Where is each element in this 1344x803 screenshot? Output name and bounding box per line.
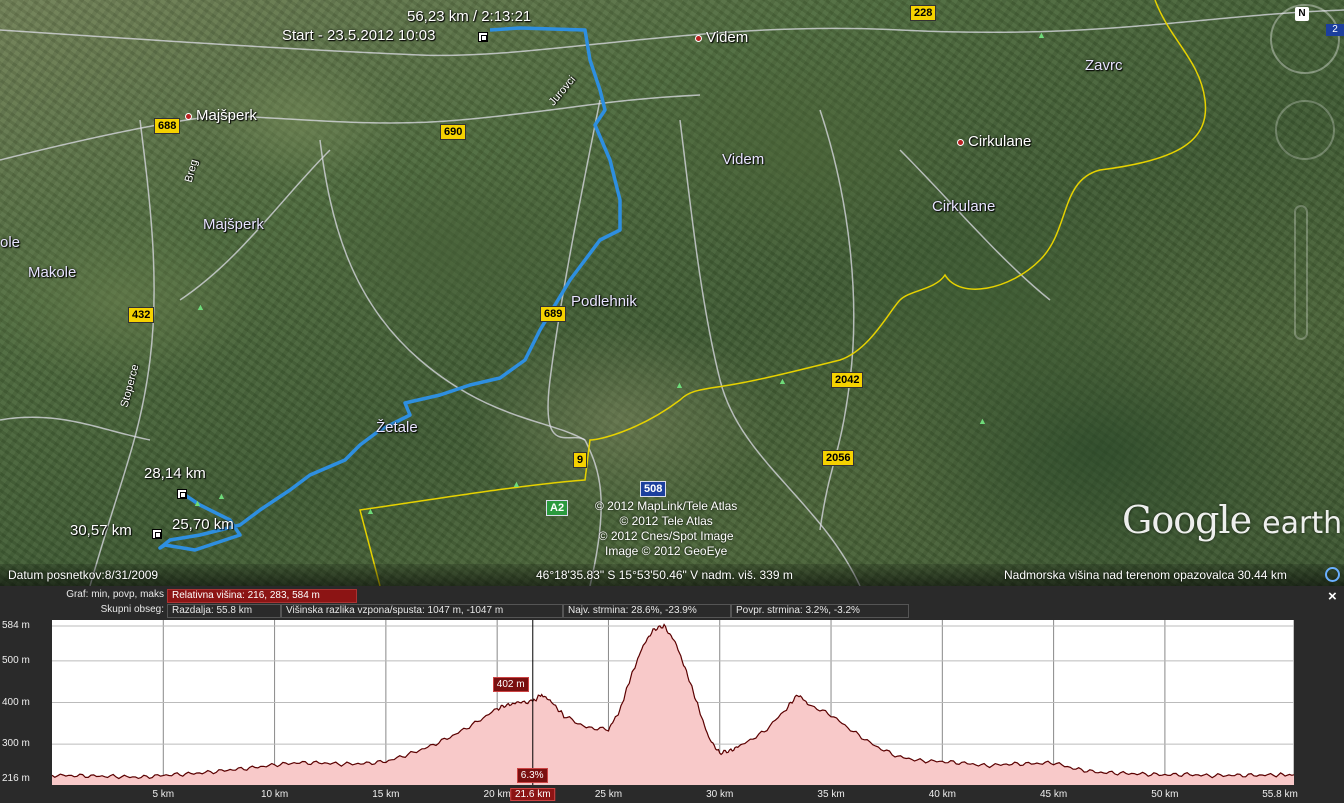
town-dot-icon (185, 112, 192, 120)
peak-icon: ▲ (512, 479, 521, 489)
road-shield-a2: A2 (546, 500, 569, 516)
eye-altitude: Nadmorska višina nad terenom opazovalca … (1004, 568, 1287, 582)
road-shield-2056: 2056 (822, 450, 855, 466)
peak-icon: ▲ (193, 498, 202, 508)
peak-icon: ▲ (978, 416, 987, 426)
start-marker-icon[interactable] (478, 32, 488, 42)
peak-icon: ▲ (778, 376, 787, 386)
track-summary-label[interactable]: 56,23 km / 2:13:21 (407, 8, 531, 25)
x-tick-label: 35 km (817, 789, 845, 800)
close-profile-button[interactable]: × (1328, 588, 1337, 605)
waypoint-marker-icon[interactable] (177, 489, 187, 499)
place-cirkulane-town[interactable]: Cirkulane (957, 133, 1031, 150)
place-majsperk-town[interactable]: Majšperk (185, 107, 257, 124)
y-tick-label: 500 m (2, 654, 30, 666)
info-avg-slope: Povpr. strmina: 3.2%, -3.2% (731, 604, 909, 618)
info-row-graph: Graf: min, povp, maks Relativna višina: … (0, 589, 600, 603)
road-shield-9: 9 (573, 452, 588, 468)
road-shield-688: 688 (154, 118, 181, 134)
look-joystick[interactable] (1275, 100, 1335, 160)
peak-icon: ▲ (366, 506, 375, 516)
road-shield-2042: 2042 (831, 372, 864, 388)
corner-badge: 2 (1326, 24, 1344, 36)
peak-icon: ▲ (217, 491, 226, 501)
north-indicator-icon[interactable]: N (1295, 7, 1309, 21)
road-shield-432: 432 (128, 307, 155, 323)
cursor-elevation-flag: 402 m (492, 677, 529, 692)
x-tick-label: 25 km (594, 789, 623, 800)
region-label-ole: ole (0, 234, 21, 251)
cursor-slope-flag: 6.3% (516, 768, 548, 783)
peak-icon: ▲ (675, 380, 684, 390)
streaming-status-icon (1325, 567, 1340, 582)
road-shield-689: 689 (540, 306, 567, 322)
y-tick-label: 400 m (2, 696, 30, 708)
status-bar: Datum posnetkov:8/31/2009 46°18'35.83" S… (0, 564, 1344, 586)
x-tick-label: 40 km (928, 789, 956, 800)
y-tick-label: 300 m (2, 738, 30, 750)
region-label-majsperk: Majšperk (203, 216, 264, 233)
track-start-label[interactable]: Start - 23.5.2012 10:03 (282, 27, 435, 44)
region-label-makole: Makole (28, 264, 77, 281)
road-shield-228: 228 (910, 5, 937, 21)
track-marker-label-28[interactable]: 28,14 km (144, 465, 206, 482)
peak-icon: ▲ (196, 302, 205, 312)
y-tick-label: 584 m (2, 620, 30, 631)
x-tick-label: 50 km (1151, 789, 1179, 800)
x-tick-label: 55.8 km (1262, 789, 1298, 800)
info-row-totals: Skupni obseg: Razdalja: 55.8 km Višinska… (0, 604, 920, 618)
x-tick-label: 45 km (1039, 789, 1068, 800)
region-label-videm: Videm (722, 151, 765, 168)
track-marker-label-25[interactable]: 25,70 km (172, 516, 234, 533)
info-gain-loss: Višinska razlika vzpona/spusta: 1047 m, … (281, 604, 563, 618)
google-earth-logo: Google earth (1122, 498, 1343, 542)
place-videm-town[interactable]: Videm (695, 29, 748, 46)
x-tick-label: 20 km (483, 789, 511, 800)
info-key-totals: Skupni obseg: (100, 604, 164, 615)
x-tick-label: 5 km (152, 789, 175, 800)
elevation-chart[interactable] (51, 620, 1295, 785)
x-tick-label: 15 km (372, 789, 400, 800)
cursor-distance-label: 21.6 km (509, 788, 556, 801)
info-relative-height: Relativna višina: 216, 283, 584 m (167, 589, 357, 603)
elevation-chart-svg[interactable] (51, 620, 1295, 785)
region-label-zavrc: Zavrc (1085, 57, 1123, 74)
elevation-profile-panel: Graf: min, povp, maks Relativna višina: … (0, 586, 1344, 803)
town-dot-icon (695, 34, 702, 42)
region-label-podlehnik: Podlehnik (571, 293, 637, 310)
map-copyright: © 2012 MapLink/Tele Atlas © 2012 Tele At… (595, 499, 738, 558)
track-marker-label-30[interactable]: 30,57 km (70, 522, 132, 539)
x-tick-label: 10 km (260, 789, 289, 800)
road-shield-690: 690 (440, 124, 467, 140)
info-max-slope: Najv. strmina: 28.6%, -23.9% (563, 604, 731, 618)
map-view[interactable]: Videm Majšperk Cirkulane Zavrc Videm Cir… (0, 0, 1344, 586)
x-tick-label: 30 km (706, 789, 734, 800)
elevation-area (52, 624, 1294, 785)
pointer-coordinates: 46°18'35.83" S 15°53'50.46" V nadm. viš.… (536, 568, 793, 582)
peak-icon: ▲ (1037, 30, 1046, 40)
border-line (359, 0, 1207, 586)
town-dot-icon (957, 138, 964, 146)
region-label-cirkulane: Cirkulane (932, 198, 996, 215)
waypoint-marker-icon[interactable] (152, 529, 162, 539)
zoom-slider[interactable] (1294, 205, 1308, 340)
region-label-zetale: Žetale (376, 419, 418, 436)
road-shield-508: 508 (640, 481, 667, 497)
info-key-graph: Graf: min, povp, maks (66, 589, 164, 600)
imagery-date: Datum posnetkov:8/31/2009 (8, 568, 159, 582)
y-tick-label: 216 m (2, 773, 30, 784)
info-distance: Razdalja: 55.8 km (167, 604, 281, 618)
